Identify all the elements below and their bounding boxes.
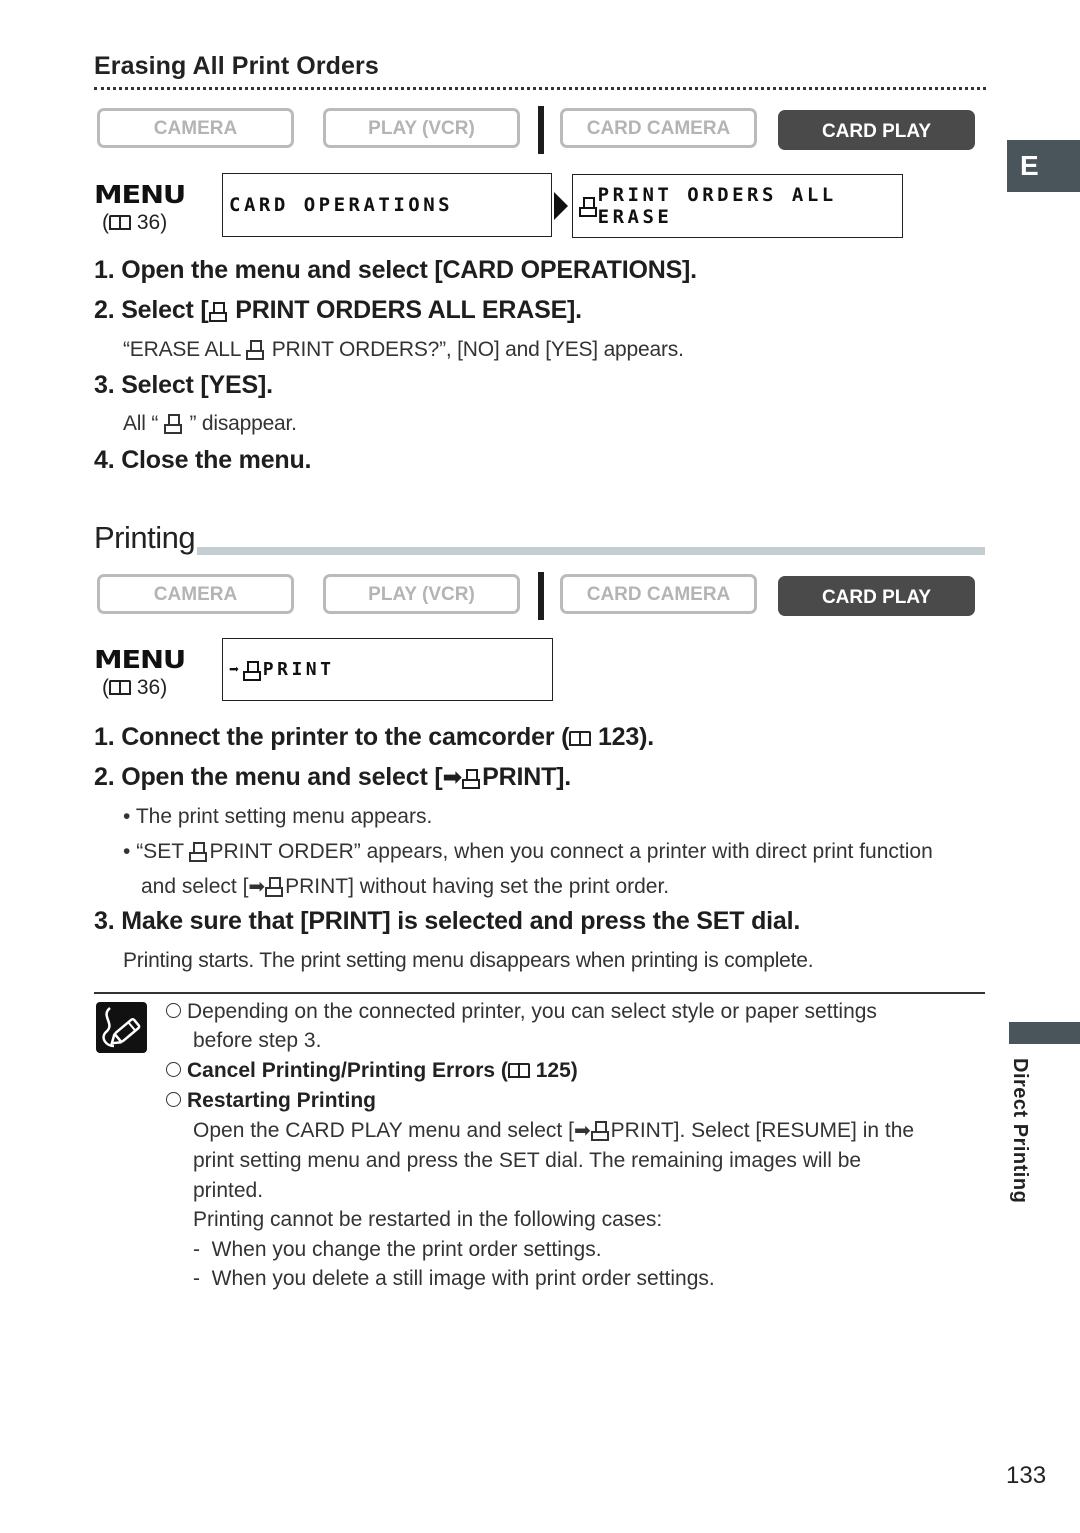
menu-page-ref: ( 36) [102, 676, 168, 699]
print-order-icon [189, 842, 208, 862]
arrow-right-icon: ➡ [573, 1120, 591, 1142]
print-order-icon [462, 769, 481, 789]
mode-play-vcr: PLAY (VCR) [323, 108, 520, 148]
print-step-1: 1. Connect the printer to the camcorder … [94, 723, 654, 751]
print-step-2-bullet-2-cont: and select [➡ PRINT] without having set t… [141, 875, 670, 898]
mode-indicator: CAMERA PLAY (VCR) CARD CAMERA CARD PLAY [97, 572, 982, 620]
print-step-2: 2. Open the menu and select [➡ PRINT]. [94, 763, 572, 791]
page-number: 133 [1006, 1462, 1047, 1489]
book-icon [569, 731, 592, 746]
mode-card-camera: CARD CAMERA [560, 108, 757, 148]
erase-step-4: 4. Close the menu. [94, 446, 312, 474]
print-order-icon [163, 414, 182, 434]
print-step-2-bullet-2: • “SET PRINT ORDER” appears, when you co… [123, 840, 933, 863]
print-order-icon [246, 340, 265, 360]
book-icon [507, 1063, 530, 1078]
heading-bar [94, 547, 985, 555]
section-tab-marker [1009, 1022, 1080, 1044]
print-step-2-bullet-1: • The print setting menu appears. [123, 805, 433, 828]
print-order-icon [208, 302, 227, 322]
note-1: Depending on the connected printer, you … [166, 997, 877, 1027]
section-tab-label: Direct Printing [1009, 1058, 1031, 1204]
submenu-arrow-icon [554, 192, 568, 220]
mode-indicator: CAMERA PLAY (VCR) CARD CAMERA CARD PLAY [97, 106, 982, 154]
lcd-menu-card-operations: CARD OPERATIONS [222, 173, 552, 237]
printing-heading: Printing [94, 520, 198, 556]
erase-step-3-detail: All “ ” disappear. [123, 412, 297, 435]
mode-card-play: CARD PLAY [778, 110, 975, 150]
book-icon [109, 215, 131, 230]
mode-play-vcr: PLAY (VCR) [323, 574, 520, 614]
print-step-3: 3. Make sure that [PRINT] is selected an… [94, 907, 801, 935]
bullet-circle-icon [166, 1092, 181, 1107]
restart-case-1: - When you change the print order settin… [193, 1238, 602, 1261]
heading-divider [94, 87, 986, 90]
mode-camera: CAMERA [97, 108, 294, 148]
restart-case-2: - When you delete a still image with pri… [193, 1267, 715, 1290]
print-order-icon [242, 660, 261, 681]
arrow-right-icon: ➡ [442, 764, 463, 791]
mode-separator [538, 106, 544, 154]
arrow-right-icon: ➡ [229, 659, 243, 680]
erase-heading: Erasing All Print Orders [94, 52, 379, 80]
print-step-3-detail: Printing starts. The print setting menu … [123, 949, 814, 972]
language-tab: E [1007, 140, 1080, 192]
menu-label: MENU [94, 180, 186, 209]
note-1-cont: before step 3. [193, 1029, 322, 1052]
mode-camera: CAMERA [97, 574, 294, 614]
erase-step-2: 2. Select [ PRINT ORDERS ALL ERASE]. [94, 296, 582, 324]
arrow-right-icon: ➡ [248, 876, 266, 898]
bullet-circle-icon [166, 1062, 181, 1077]
note-3-restarting-printing: Restarting Printing [166, 1086, 376, 1116]
book-icon [109, 680, 131, 695]
pencil-note-icon [96, 1002, 147, 1053]
notes-divider [94, 992, 985, 994]
bullet-circle-icon [166, 1003, 181, 1018]
restart-line-4: Printing cannot be restarted in the foll… [193, 1208, 663, 1231]
print-order-icon [590, 1121, 609, 1141]
erase-step-3: 3. Select [YES]. [94, 371, 273, 399]
menu-label: MENU [94, 645, 186, 674]
print-order-icon [265, 877, 284, 897]
restart-line-1: Open the CARD PLAY menu and select [➡ PRI… [193, 1116, 914, 1146]
menu-page-ref: ( 36) [102, 211, 168, 234]
mode-card-camera: CARD CAMERA [560, 574, 757, 614]
restart-line-2: print setting menu and press the SET dia… [193, 1149, 862, 1172]
note-2-cancel-printing: Cancel Printing/Printing Errors ( 125) [166, 1056, 578, 1086]
mode-separator [538, 572, 544, 620]
lcd-submenu-print-orders-all-erase: PRINT ORDERS ALL ERASE [572, 174, 903, 238]
mode-card-play: CARD PLAY [778, 576, 975, 616]
restart-line-3: printed. [193, 1179, 264, 1202]
erase-step-1: 1. Open the menu and select [CARD OPERAT… [94, 256, 697, 284]
erase-step-2-detail: “ERASE ALL PRINT ORDERS?”, [NO] and [YES… [123, 338, 684, 361]
print-order-icon [579, 197, 597, 217]
lcd-menu-print: ➡ PRINT [222, 638, 553, 701]
